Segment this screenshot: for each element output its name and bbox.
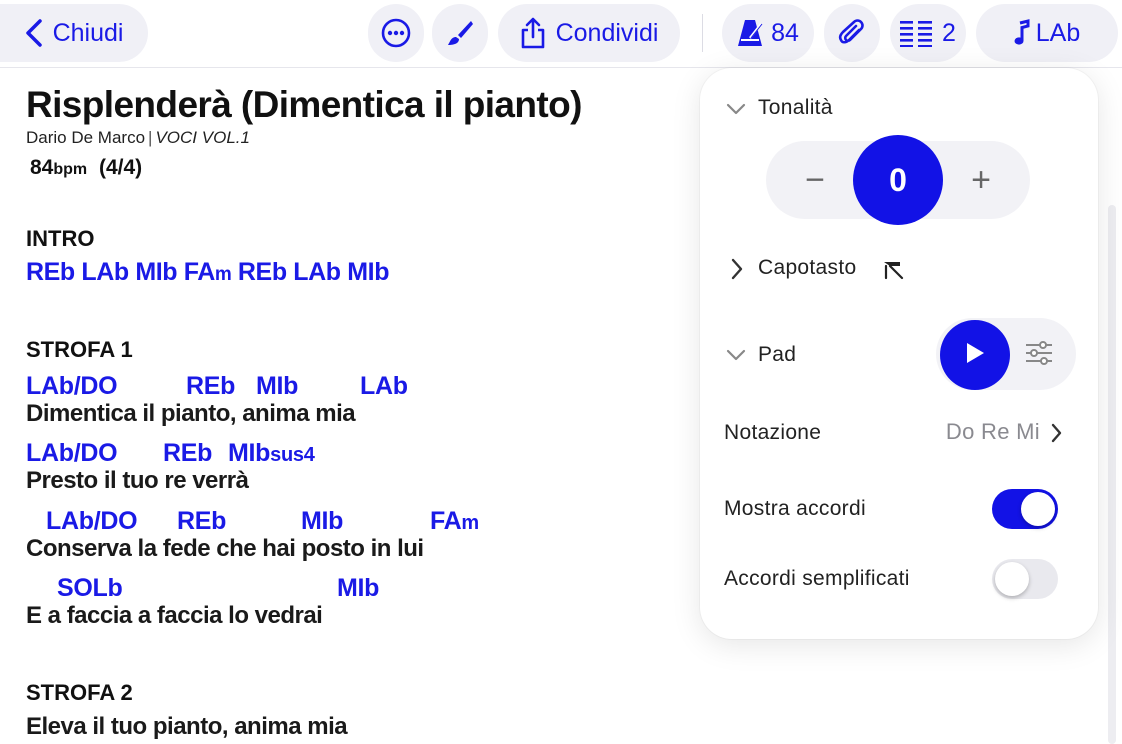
metronome-bpm: 84	[771, 18, 799, 47]
chord-suffix: m	[214, 264, 232, 285]
chord[interactable]: REb	[177, 507, 226, 536]
lyric-line: E a faccia a faccia lo vedrai	[26, 602, 323, 629]
chord[interactable]: LAb	[293, 258, 341, 286]
play-icon	[964, 341, 986, 370]
mostra-accordi-toggle[interactable]	[992, 489, 1058, 529]
lyric-line: Conserva la fede che hai posto in lui	[26, 535, 424, 562]
chevron-down-icon[interactable]	[726, 102, 746, 121]
section-heading-intro: INTRO	[26, 226, 95, 251]
chord[interactable]: REb	[238, 258, 287, 286]
mostra-accordi-label: Mostra accordi	[724, 497, 866, 520]
lyric-line: Eleva il tuo pianto, anima mia	[26, 713, 348, 740]
toggle-knob	[1021, 492, 1055, 526]
brush-icon	[445, 18, 475, 48]
share-button-label: Condividi	[555, 18, 659, 47]
share-icon	[520, 17, 546, 49]
song-meta: Dario De Marco | VOCI VOL.1	[26, 128, 706, 148]
pad-play-button[interactable]	[940, 320, 1010, 390]
notazione-value[interactable]: Do Re Mi	[946, 419, 1040, 445]
music-note-icon	[1014, 19, 1030, 47]
meta-divider: |	[148, 128, 153, 147]
columns-button[interactable]: 2	[890, 4, 966, 62]
metronome-icon	[737, 18, 763, 48]
key-label: LAb	[1035, 18, 1081, 47]
chord-root: MIb	[228, 439, 271, 467]
chord[interactable]: MIb	[256, 372, 298, 401]
song-title: Risplenderà (Dimentica il pianto)	[26, 84, 582, 125]
sliders-icon[interactable]	[1024, 338, 1054, 373]
lyric-line: Presto il tuo re verrà	[26, 467, 249, 494]
song-bpm: 84	[30, 156, 54, 179]
song-header: Risplenderà (Dimentica il pianto) Dario …	[26, 84, 706, 180]
chord[interactable]: LAb/DO	[26, 372, 118, 401]
transpose-value[interactable]: 0	[853, 135, 943, 225]
pad-controls	[936, 318, 1076, 390]
section-heading-strofa-1: STROFA 1	[26, 337, 133, 362]
chord[interactable]: MIbsus4	[228, 439, 315, 468]
close-button[interactable]: Chiudi	[0, 4, 148, 62]
chord-suffix: sus4	[270, 444, 315, 466]
metronome-button[interactable]: 84	[722, 4, 814, 62]
close-button-label: Chiudi	[52, 18, 124, 47]
columns-icon	[900, 19, 933, 47]
columns-count: 2	[942, 18, 956, 47]
song-bpm-unit: bpm	[53, 161, 88, 178]
chord[interactable]: LAb/DO	[26, 439, 118, 468]
song-time-signature: (4/4)	[98, 156, 143, 179]
chord-suffix: m	[461, 512, 479, 534]
toolbar: Chiudi Condividi 84 2 LAb	[0, 0, 1122, 68]
share-button[interactable]: Condividi	[498, 4, 680, 62]
chord[interactable]: REb	[26, 258, 75, 286]
chord[interactable]: LAb	[360, 372, 408, 401]
chord[interactable]: SOLb	[57, 574, 123, 603]
paperclip-icon	[837, 18, 867, 48]
pad-label[interactable]: Pad	[758, 343, 796, 367]
chord-root: FA	[183, 258, 216, 286]
chevron-right-icon[interactable]	[1050, 423, 1062, 448]
capotasto-label[interactable]: Capotasto	[758, 256, 856, 280]
chord[interactable]: LAb/DO	[46, 507, 138, 536]
transpose-minus-button[interactable]: −	[790, 155, 840, 205]
style-button[interactable]	[432, 4, 488, 62]
key-button[interactable]: LAb	[976, 4, 1118, 62]
chord[interactable]: FAm	[184, 258, 232, 286]
tonalita-label[interactable]: Tonalità	[758, 96, 833, 120]
more-icon	[380, 17, 412, 49]
lyric-line: Dimentica il pianto, anima mia	[26, 400, 356, 427]
transpose-stepper: − 0 +	[766, 135, 1030, 225]
transpose-plus-button[interactable]: +	[956, 155, 1006, 205]
chord[interactable]: MIb	[135, 258, 177, 286]
chord[interactable]: MIb	[337, 574, 379, 603]
song-tempo: 84bpm (4/4)	[30, 156, 706, 180]
song-artist: Dario De Marco	[26, 128, 146, 147]
chord[interactable]: REb	[163, 439, 212, 468]
toggle-knob	[995, 562, 1029, 596]
scrollbar[interactable]	[1108, 205, 1116, 744]
chevron-down-icon[interactable]	[726, 348, 746, 367]
chevron-left-icon	[25, 18, 43, 48]
chord[interactable]: FAm	[430, 507, 479, 536]
chord[interactable]: LAb	[81, 258, 129, 286]
chord[interactable]: REb	[186, 372, 235, 401]
accordi-semplificati-label: Accordi semplificati	[724, 567, 910, 590]
chord[interactable]: MIb	[301, 507, 343, 536]
intro-chords: REb LAb MIb FAm REb LAb MIb	[26, 258, 389, 287]
attachments-button[interactable]	[824, 4, 880, 62]
section-heading-strofa-2: STROFA 2	[26, 680, 133, 705]
settings-panel: Tonalità − 0 + Capotasto Pad Notazione D…	[700, 68, 1098, 639]
capo-icon	[882, 258, 904, 285]
more-button[interactable]	[368, 4, 424, 62]
song-album: VOCI VOL.1	[155, 128, 250, 147]
notazione-label[interactable]: Notazione	[724, 421, 821, 445]
chevron-right-icon[interactable]	[730, 258, 744, 285]
toolbar-separator	[702, 14, 703, 52]
chord[interactable]: MIb	[347, 258, 389, 286]
accordi-semplificati-toggle[interactable]	[992, 559, 1058, 599]
chord-root: FA	[430, 507, 462, 535]
